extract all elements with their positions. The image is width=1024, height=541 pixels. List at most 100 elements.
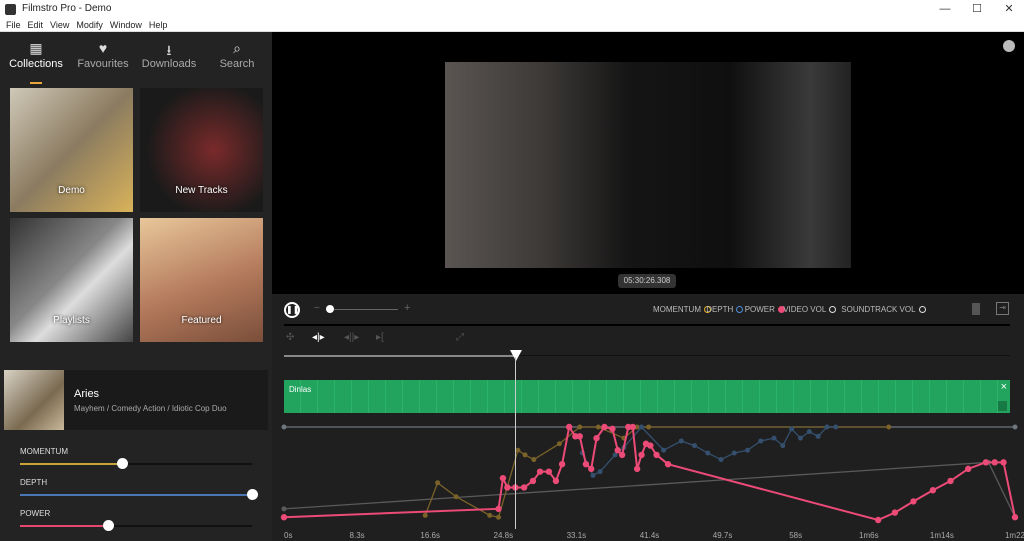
legend-depth[interactable]: DEPTH	[706, 305, 744, 314]
power-point[interactable]	[609, 425, 616, 433]
momentum-point[interactable]	[515, 447, 521, 453]
power-point[interactable]	[576, 433, 583, 440]
collection-tile-demo[interactable]: Demo	[10, 88, 133, 212]
momentum-slider[interactable]	[20, 458, 252, 469]
slider-knob[interactable]	[247, 489, 258, 500]
clip-close-button[interactable]: ×	[1001, 381, 1007, 393]
depth-slider[interactable]	[20, 489, 258, 500]
power-point[interactable]	[633, 465, 641, 473]
power-point[interactable]	[495, 505, 502, 513]
depth-point[interactable]	[771, 435, 777, 441]
power-point[interactable]	[874, 516, 882, 524]
scrubber-progress[interactable]	[284, 355, 516, 357]
zoom-slider-knob[interactable]	[326, 305, 334, 313]
power-point[interactable]	[552, 477, 560, 485]
depth-point[interactable]	[705, 450, 711, 456]
power-point[interactable]	[891, 509, 899, 516]
power-point[interactable]	[499, 474, 507, 482]
power-point[interactable]	[545, 468, 553, 475]
power-point[interactable]	[647, 442, 654, 449]
zoom-out-icon[interactable]: −	[314, 303, 320, 314]
legend-toggle-icon[interactable]	[918, 306, 926, 313]
video_vol-point[interactable]	[281, 424, 287, 430]
close-button[interactable]: ✕	[994, 0, 1024, 18]
depth-point[interactable]	[789, 426, 795, 432]
zoom-in-icon[interactable]: +	[404, 302, 410, 314]
power-point[interactable]	[280, 514, 288, 521]
power-point[interactable]	[1000, 459, 1007, 466]
tab-downloads[interactable]: ⭳ Downloads	[137, 40, 201, 70]
power-point[interactable]	[1011, 514, 1019, 521]
video-preview[interactable]	[445, 62, 851, 268]
depth-point[interactable]	[639, 424, 645, 430]
pause-button[interactable]: ❚❚	[284, 302, 300, 318]
momentum-point[interactable]	[595, 424, 601, 430]
power-point[interactable]	[664, 461, 672, 468]
minimize-button[interactable]: —	[930, 0, 960, 18]
expand-icon[interactable]: ⤢	[456, 332, 464, 343]
power-point[interactable]	[965, 465, 972, 473]
depth-point[interactable]	[731, 450, 737, 456]
soundtrack_vol-point[interactable]	[281, 506, 287, 512]
power-point[interactable]	[536, 468, 544, 475]
collection-tile-new-tracks[interactable]: New Tracks	[140, 88, 263, 212]
automation-graph[interactable]: 0s 8.3s 16.6s 24.8s 33.1s 41.4s 49.7s 58s 1m6s 1m…	[272, 420, 1024, 541]
user-icon[interactable]	[1003, 40, 1015, 52]
menu-edit[interactable]: Edit	[28, 20, 44, 30]
momentum-point[interactable]	[522, 452, 528, 458]
power-point[interactable]	[982, 459, 990, 466]
power-point[interactable]	[929, 487, 937, 494]
legend-toggle-icon[interactable]	[829, 306, 837, 313]
now-playing-track[interactable]: Aries Mayhem / Comedy Action / Idiotic C…	[4, 370, 268, 430]
power-point[interactable]	[614, 447, 621, 454]
scrubber-track[interactable]	[516, 355, 1010, 356]
power-point[interactable]	[558, 461, 566, 468]
tab-search[interactable]: ⌕ Search	[205, 40, 269, 70]
trash-icon[interactable]	[972, 303, 980, 315]
marker-tool-icon[interactable]: ▸[	[376, 332, 384, 343]
momentum-point[interactable]	[556, 441, 562, 447]
depth-point[interactable]	[744, 447, 750, 453]
menu-file[interactable]: File	[6, 20, 21, 30]
power-point[interactable]	[582, 461, 590, 468]
menu-view[interactable]: View	[50, 20, 69, 30]
depth-point[interactable]	[780, 443, 786, 449]
depth-point[interactable]	[806, 429, 812, 435]
depth-point[interactable]	[797, 435, 803, 441]
power-point[interactable]	[520, 484, 528, 491]
power-point[interactable]	[947, 477, 954, 485]
momentum-point[interactable]	[487, 512, 493, 518]
playhead-handle[interactable]	[510, 350, 522, 361]
power-slider[interactable]	[20, 520, 252, 531]
slider-knob[interactable]	[117, 458, 129, 469]
move-tool-icon[interactable]: ✣	[286, 332, 294, 343]
depth-point[interactable]	[833, 424, 839, 430]
depth-point[interactable]	[678, 438, 684, 444]
momentum-point[interactable]	[577, 424, 583, 430]
momentum-point[interactable]	[453, 494, 459, 500]
legend-power[interactable]: POWER	[745, 305, 785, 314]
momentum-point[interactable]	[435, 480, 441, 486]
power-point[interactable]	[601, 423, 608, 431]
video_vol-point[interactable]	[1012, 424, 1018, 430]
zoom-slider[interactable]	[326, 305, 398, 313]
power-point[interactable]	[991, 459, 998, 466]
momentum-point[interactable]	[422, 512, 428, 518]
momentum-point[interactable]	[886, 424, 892, 430]
power-point[interactable]	[910, 498, 917, 505]
power-point[interactable]	[629, 423, 636, 431]
menu-help[interactable]: Help	[149, 20, 168, 30]
power-point[interactable]	[565, 423, 573, 431]
split-tool-icon[interactable]: ◂|▸	[312, 332, 325, 343]
tab-favourites[interactable]: ♥ Favourites	[71, 40, 135, 70]
depth-point[interactable]	[597, 469, 603, 475]
power-point[interactable]	[653, 451, 660, 459]
legend-toggle-icon[interactable]	[736, 306, 744, 313]
menu-modify[interactable]: Modify	[76, 20, 103, 30]
tab-collections[interactable]: ▦ Collections	[4, 40, 68, 70]
depth-point[interactable]	[661, 447, 667, 453]
power-point[interactable]	[588, 465, 595, 473]
export-icon[interactable]: ⇥	[996, 302, 1009, 315]
power-point[interactable]	[618, 451, 626, 459]
depth-point[interactable]	[718, 457, 724, 463]
